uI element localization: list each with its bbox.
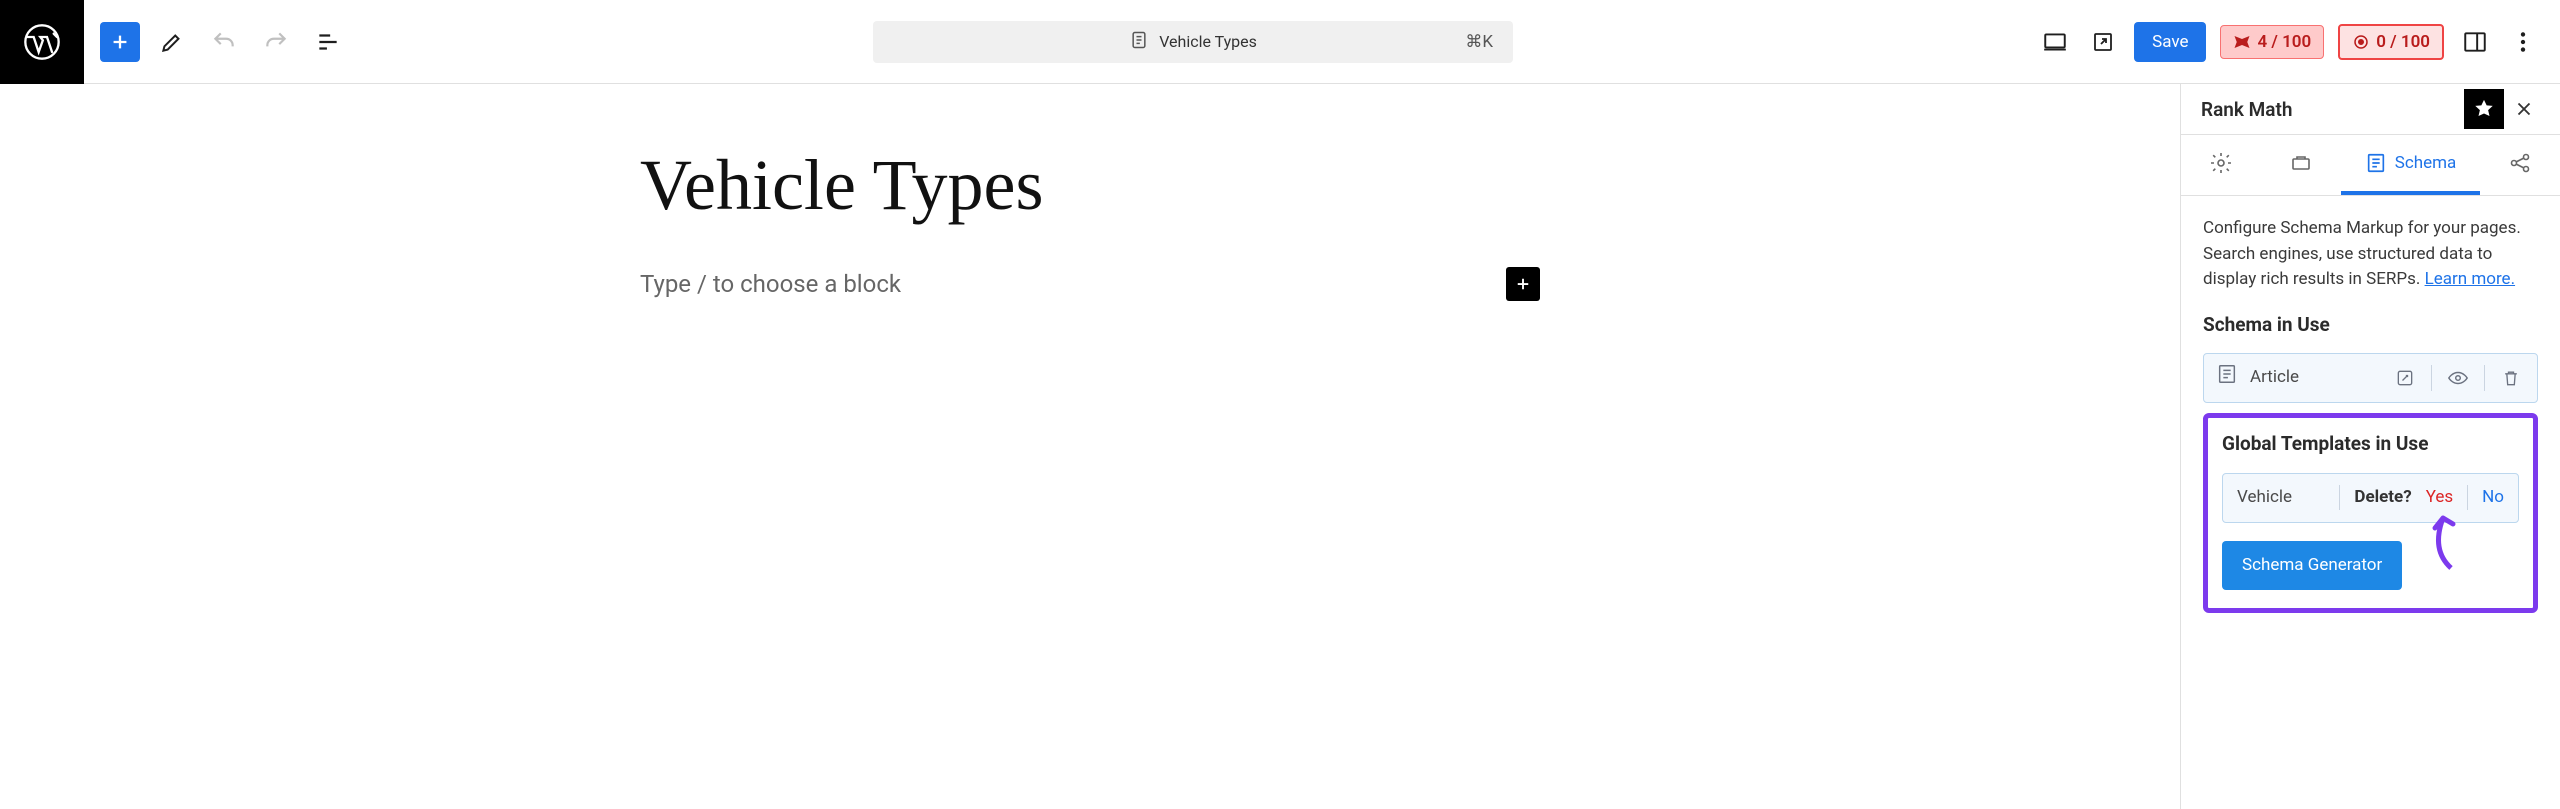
view-page-button[interactable] xyxy=(2086,25,2120,59)
document-title-bar[interactable]: Vehicle Types ⌘K xyxy=(873,21,1513,63)
learn-more-link[interactable]: Learn more. xyxy=(2425,269,2516,289)
delete-schema-button[interactable] xyxy=(2497,364,2525,392)
global-template-row: Vehicle Delete? Yes No xyxy=(2222,473,2519,523)
pin-sidebar-button[interactable] xyxy=(2464,89,2504,129)
wordpress-logo[interactable] xyxy=(0,0,84,84)
sidebar-title: Rank Math xyxy=(2201,98,2464,121)
redo-button[interactable] xyxy=(256,22,296,62)
page-title[interactable]: Vehicle Types xyxy=(640,144,1540,227)
device-preview-button[interactable] xyxy=(2038,25,2072,59)
template-name: Vehicle xyxy=(2237,485,2292,511)
options-menu-button[interactable] xyxy=(2506,25,2540,59)
tab-advanced[interactable] xyxy=(2261,135,2341,195)
delete-no-button[interactable]: No xyxy=(2467,485,2504,511)
document-title-text: Vehicle Types xyxy=(1159,32,1257,51)
page-icon xyxy=(1129,30,1149,54)
schema-item-article: Article xyxy=(2203,353,2538,403)
tab-schema[interactable]: Schema xyxy=(2341,135,2480,195)
block-placeholder[interactable]: Type / to choose a block xyxy=(640,270,901,298)
global-templates-highlight: Global Templates in Use Vehicle Delete? … xyxy=(2203,413,2538,613)
edit-tool-button[interactable] xyxy=(152,22,192,62)
schema-icon xyxy=(2216,363,2238,394)
delete-yes-button[interactable]: Yes xyxy=(2426,485,2453,511)
tab-general[interactable] xyxy=(2181,135,2261,195)
schema-item-label: Article xyxy=(2250,365,2379,391)
add-block-button[interactable] xyxy=(100,22,140,62)
edit-schema-button[interactable] xyxy=(2391,364,2419,392)
preview-schema-button[interactable] xyxy=(2444,364,2472,392)
editor-canvas[interactable]: Vehicle Types Type / to choose a block xyxy=(0,84,2180,809)
schema-in-use-heading: Schema in Use xyxy=(2203,311,2538,340)
inline-add-block-button[interactable] xyxy=(1506,267,1540,301)
seo-score-2[interactable]: 0 / 100 xyxy=(2338,24,2444,60)
document-overview-button[interactable] xyxy=(308,22,348,62)
schema-generator-button[interactable]: Schema Generator xyxy=(2222,541,2402,591)
undo-button[interactable] xyxy=(204,22,244,62)
save-button[interactable]: Save xyxy=(2134,22,2206,62)
seo-score-1[interactable]: 4 / 100 xyxy=(2220,25,2324,59)
close-sidebar-button[interactable] xyxy=(2504,89,2544,129)
tab-social[interactable] xyxy=(2480,135,2560,195)
global-templates-heading: Global Templates in Use xyxy=(2222,430,2519,459)
keyboard-shortcut-label: ⌘K xyxy=(1465,32,1493,52)
delete-prompt-label: Delete? xyxy=(2339,485,2411,511)
sidebar-toggle-button[interactable] xyxy=(2458,25,2492,59)
